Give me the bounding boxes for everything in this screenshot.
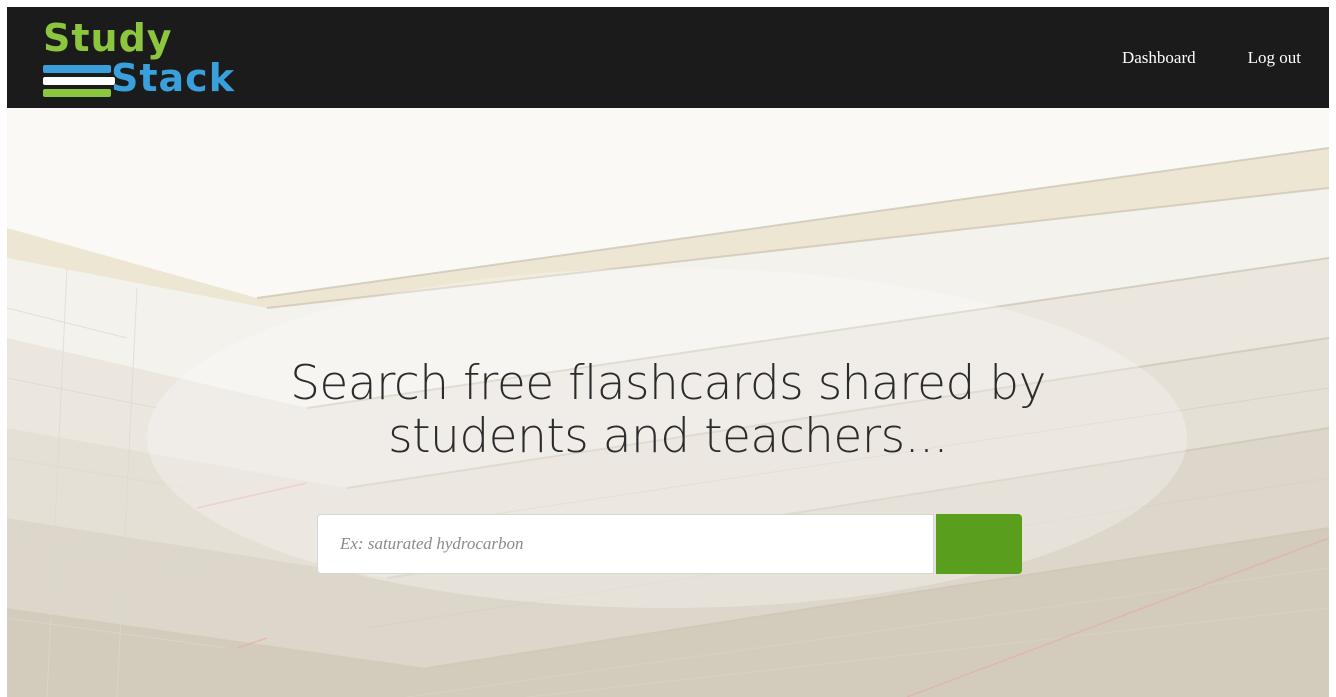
- hero-headline: Search free flashcards shared by student…: [7, 356, 1329, 464]
- hero-headline-line2: students and teachers...: [388, 408, 948, 464]
- search-bar: [317, 514, 1022, 574]
- search-button[interactable]: [318, 514, 1022, 574]
- hero-section: Search free flashcards shared by student…: [7, 108, 1329, 697]
- logo-stack-bar: [43, 77, 115, 85]
- top-navbar: Study Stack Dashboard Log out: [7, 7, 1329, 108]
- studystack-logo[interactable]: Study Stack: [43, 19, 253, 99]
- logo-stack-bar: [43, 65, 111, 73]
- nav-links: Dashboard Log out: [1122, 7, 1301, 108]
- nav-logout-link[interactable]: Log out: [1248, 48, 1301, 68]
- page-frame: Study Stack Dashboard Log out Search fre…: [7, 7, 1329, 697]
- nav-dashboard-link[interactable]: Dashboard: [1122, 48, 1196, 68]
- hero-headline-line1: Search free flashcards shared by: [290, 356, 1046, 411]
- logo-word-stack: Stack: [111, 56, 235, 100]
- search-input[interactable]: [317, 514, 934, 574]
- logo-word-study: Study: [43, 16, 173, 60]
- search-icon: [318, 515, 338, 535]
- logo-stack-bar: [43, 89, 111, 97]
